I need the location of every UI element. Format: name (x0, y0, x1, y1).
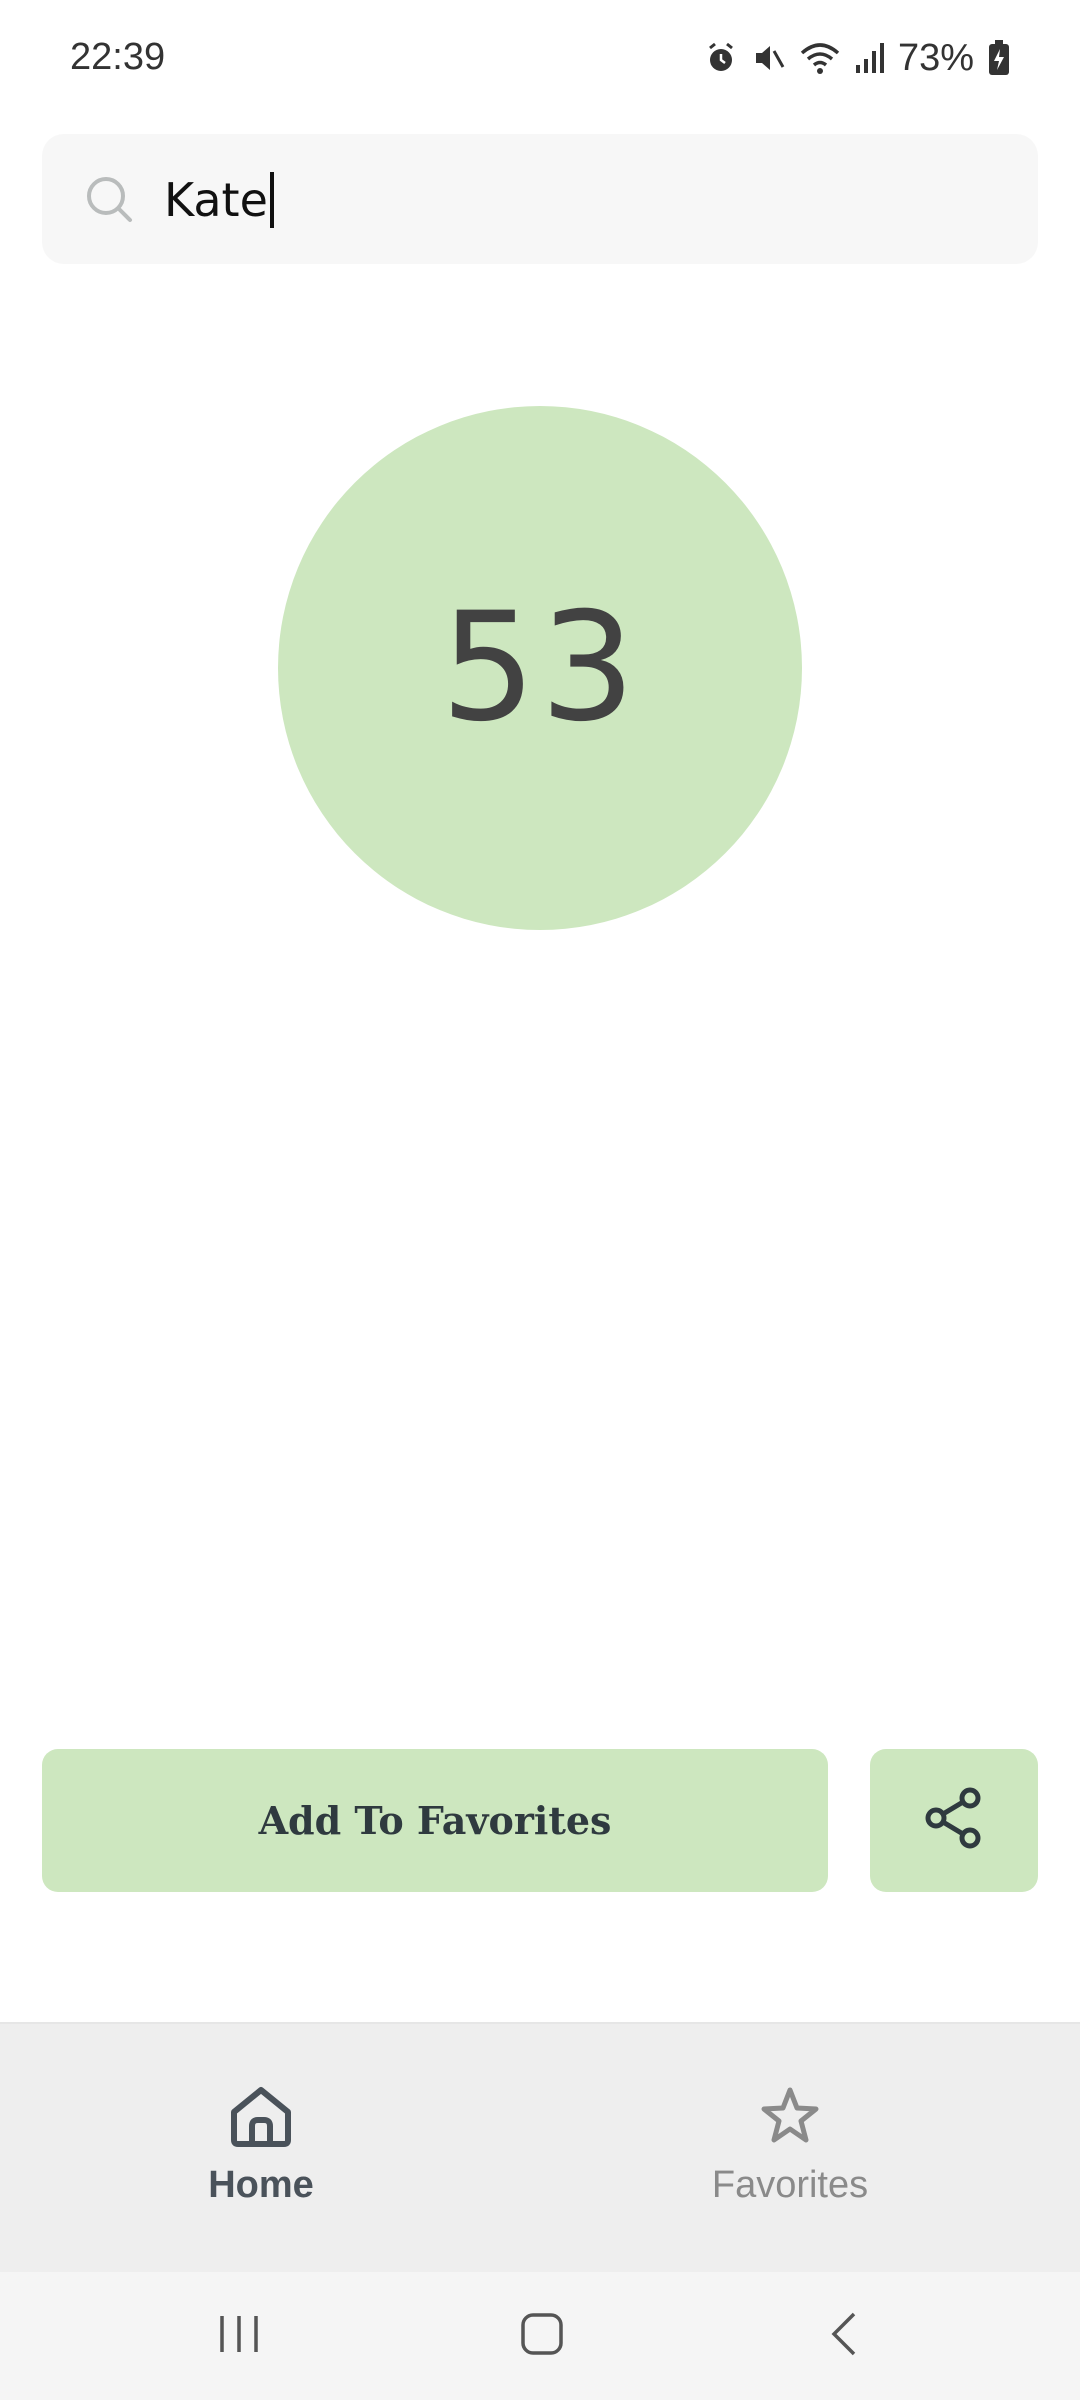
status-bar: 22:39 73% (0, 0, 1080, 120)
mute-icon (752, 41, 786, 75)
result-number: 53 (440, 581, 640, 755)
nav-item-favorites[interactable]: Favorites (640, 2084, 940, 2207)
search-input-value: Kate (164, 173, 268, 227)
bottom-navigation: Home Favorites (0, 2022, 1080, 2274)
signal-icon (854, 41, 884, 75)
home-icon (111, 2084, 411, 2150)
home-button-icon[interactable] (520, 2310, 564, 2363)
wifi-icon (800, 41, 840, 75)
back-icon[interactable] (826, 2310, 862, 2363)
nav-item-home[interactable]: Home (111, 2084, 411, 2207)
battery-percent: 73% (897, 36, 974, 79)
status-icons: 73% (704, 34, 1010, 82)
nav-label-favorites: Favorites (711, 2164, 869, 2206)
search-bar[interactable]: Kate (42, 134, 1038, 264)
battery-icon (988, 40, 1010, 76)
share-icon (922, 1786, 986, 1855)
text-cursor (269, 172, 274, 228)
search-input[interactable]: Kate (164, 172, 274, 228)
add-to-favorites-label: Add To Favorites (258, 1798, 612, 1843)
search-icon (84, 174, 136, 231)
system-navigation-bar (0, 2272, 1080, 2400)
recents-icon[interactable] (218, 2310, 260, 2363)
add-to-favorites-button[interactable]: Add To Favorites (42, 1749, 828, 1892)
result-circle: 53 (278, 406, 802, 930)
alarm-icon (704, 41, 738, 75)
star-icon (640, 2084, 940, 2150)
share-button[interactable] (870, 1749, 1038, 1892)
status-time: 22:39 (70, 36, 166, 78)
nav-label-home: Home (208, 2164, 314, 2206)
